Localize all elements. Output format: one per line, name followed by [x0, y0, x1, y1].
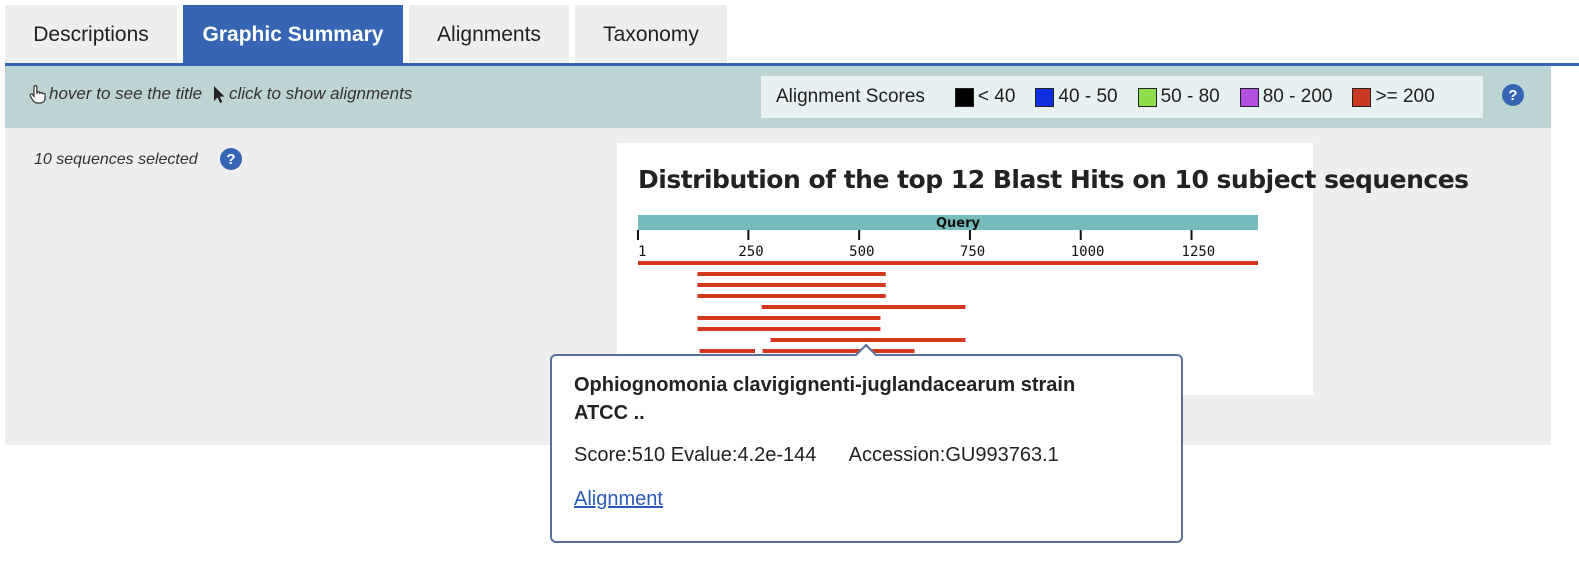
- axis-tick-label: 500: [849, 244, 874, 260]
- legend-swatch: [1035, 87, 1055, 107]
- tooltip-title: Ophiognomonia clavigignenti-juglandacear…: [574, 374, 1076, 424]
- legend-item-50-80: 50 - 80: [1137, 86, 1220, 108]
- legend-swatch: [954, 87, 974, 107]
- cursor-arrow-icon: [214, 85, 225, 103]
- axis-tick-label: 250: [738, 244, 763, 260]
- full-length-hit[interactable]: [638, 261, 1258, 265]
- legend-item-gte200: >= 200: [1352, 86, 1435, 108]
- hit-segment[interactable]: [762, 349, 915, 353]
- legend-item-lt40: < 40: [954, 86, 1016, 108]
- hover-hint: hover to see the title: [29, 84, 202, 104]
- selection-help-icon[interactable]: ?: [220, 148, 242, 170]
- hit-segment[interactable]: [699, 349, 755, 353]
- hit-tooltip: Ophiognomonia clavigignenti-juglandacear…: [550, 343, 1183, 543]
- hover-hint-text: hover to see the title: [49, 84, 203, 103]
- query-label: Query: [936, 216, 981, 231]
- hit-segment[interactable]: [761, 305, 966, 309]
- tab-descriptions[interactable]: Descriptions: [5, 5, 177, 64]
- alignment-scores-title: Alignment Scores: [776, 86, 925, 107]
- legend-swatch: [1137, 87, 1157, 107]
- axis-tick-label: 1250: [1182, 244, 1216, 260]
- legend-item-40-50: 40 - 50: [1035, 86, 1118, 108]
- alignment-scores-legend: Alignment Scores < 40 40 - 50 50 - 80 80…: [761, 76, 1483, 118]
- result-tabs: Descriptions Graphic Summary Alignments …: [5, 5, 733, 64]
- hit-segment[interactable]: [697, 294, 886, 298]
- hit-segment[interactable]: [697, 327, 881, 331]
- tab-taxonomy[interactable]: Taxonomy: [575, 5, 727, 64]
- legend-label: >= 200: [1375, 86, 1435, 107]
- hand-pointer-icon: [29, 84, 46, 104]
- legend-swatch: [1352, 87, 1372, 107]
- tooltip-accession: Accession:GU993763.1: [848, 444, 1059, 466]
- scores-help-icon[interactable]: ?: [1502, 84, 1524, 106]
- legend-label: 80 - 200: [1262, 86, 1333, 107]
- tooltip-score: Score:510: [574, 444, 666, 466]
- tooltip-evalue: Evalue:4.2e-144: [670, 444, 817, 466]
- click-hint: click to show alignments: [213, 84, 412, 104]
- axis-tick-label: 1: [638, 244, 646, 260]
- click-hint-text: click to show alignments: [229, 84, 413, 103]
- hit-segment[interactable]: [697, 283, 886, 287]
- tooltip-stats: Score:510 Evalue:4.2e-144 Accession:GU99…: [574, 444, 1059, 467]
- sequences-selected-label: 10 sequences selected: [34, 151, 198, 168]
- legend-item-80-200: 80 - 200: [1239, 86, 1333, 108]
- tab-alignments[interactable]: Alignments: [409, 5, 569, 64]
- legend-swatch: [1239, 87, 1259, 107]
- legend-label: < 40: [977, 86, 1016, 107]
- legend-label: 40 - 50: [1058, 86, 1118, 107]
- hit-segment[interactable]: [697, 316, 881, 320]
- tab-graphic-summary[interactable]: Graphic Summary: [183, 5, 403, 64]
- legend-label: 50 - 80: [1160, 86, 1220, 107]
- hit-segment[interactable]: [770, 338, 966, 342]
- hit-segment[interactable]: [697, 272, 886, 276]
- alignment-link[interactable]: Alignment: [574, 488, 663, 511]
- graphic-toolbar: hover to see the title click to show ali…: [5, 66, 1551, 128]
- axis-tick-label: 750: [960, 244, 985, 260]
- axis-tick-label: 1000: [1071, 244, 1105, 260]
